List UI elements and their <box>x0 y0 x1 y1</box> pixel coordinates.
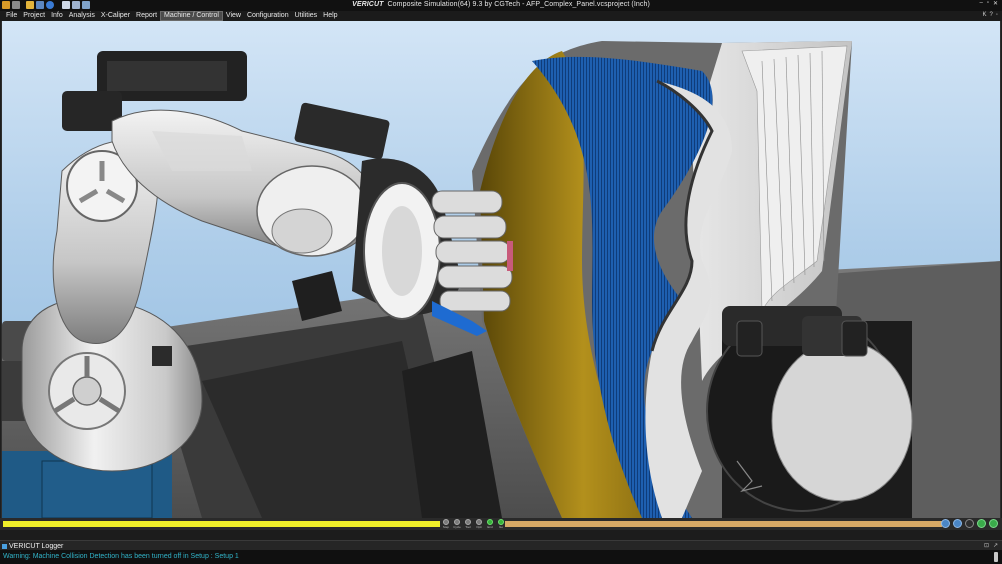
opti-button[interactable]: Opti <box>475 519 483 529</box>
menu-file[interactable]: File <box>3 11 20 21</box>
menu-project[interactable]: Project <box>20 11 48 21</box>
logger-message: Warning: Machine Collision Detection has… <box>3 553 239 560</box>
vericut-window: VERICUT Composite Simulation(64) 9.3 by C… <box>0 0 1002 564</box>
menu-report[interactable]: Report <box>133 11 160 21</box>
logger-float-button[interactable]: ↗ <box>993 542 998 549</box>
scene-graphic <box>2 41 1000 518</box>
step-button[interactable]: Step <box>442 519 450 529</box>
logger-header-controls: ⊡ ↗ <box>984 542 998 549</box>
pause-icon[interactable] <box>965 519 974 528</box>
step-forward-icon[interactable] <box>977 519 986 528</box>
window-title: VERICUT Composite Simulation(64) 9.3 by C… <box>0 1 1002 8</box>
end-label: End <box>487 525 493 529</box>
reset-model-icon[interactable] <box>941 519 950 528</box>
rewind-icon[interactable] <box>953 519 962 528</box>
menu-info[interactable]: Info <box>48 11 66 21</box>
menu-right-controls: K ? ◦ <box>983 12 999 18</box>
maximize-button[interactable]: ▫ <box>987 0 989 7</box>
step-label: Step <box>442 525 450 529</box>
go-label: Go <box>498 525 503 529</box>
settings-button[interactable]: ◦ <box>996 12 998 18</box>
opti-label: Opti <box>476 525 482 529</box>
simulation-progress-bar[interactable] <box>3 521 440 527</box>
go-button[interactable]: Go <box>497 519 505 529</box>
cycle-label: Cycle <box>453 525 461 529</box>
menu-utilities[interactable]: Utilities <box>292 11 321 21</box>
simulation-stop-controls: Step Cycle Tool Opti End Go <box>442 519 505 529</box>
playback-controls <box>941 519 998 528</box>
logger-body: Warning: Machine Collision Detection has… <box>0 550 1002 564</box>
cycle-button[interactable]: Cycle <box>453 519 461 529</box>
logger-icon <box>2 543 7 549</box>
menu-analysis[interactable]: Analysis <box>66 11 98 21</box>
logger-dock-button[interactable]: ⊡ <box>984 542 989 549</box>
minimize-button[interactable]: – <box>979 0 982 7</box>
logger-header: VERICUT Logger ⊡ ↗ <box>0 540 1002 550</box>
menu-bar: File Project Info Analysis X-Caliper Rep… <box>0 11 1002 21</box>
status-strip <box>0 530 1002 540</box>
window-title-text: Composite Simulation(64) 9.3 by CGTech -… <box>387 1 650 8</box>
help-button[interactable]: ? <box>990 12 993 18</box>
logger-tab[interactable]: VERICUT Logger <box>2 542 63 550</box>
ribbon-toggle-button[interactable]: K <box>983 12 987 18</box>
menu-configuration[interactable]: Configuration <box>244 11 292 21</box>
end-button[interactable]: End <box>486 519 494 529</box>
play-icon[interactable] <box>989 519 998 528</box>
logger-scrollbar[interactable] <box>994 552 998 562</box>
simulation-viewport[interactable] <box>1 21 1001 518</box>
title-bar: VERICUT Composite Simulation(64) 9.3 by C… <box>0 0 1002 11</box>
tool-label: Tool <box>465 525 471 529</box>
tool-button[interactable]: Tool <box>464 519 472 529</box>
playback-bar: Step Cycle Tool Opti End Go <box>0 518 1002 530</box>
menu-machine-control[interactable]: Machine / Control <box>160 11 223 21</box>
menu-view[interactable]: View <box>223 11 244 21</box>
close-button[interactable]: ✕ <box>993 0 998 7</box>
logger-tab-title: VERICUT Logger <box>9 542 64 550</box>
menu-help[interactable]: Help <box>320 11 340 21</box>
brand-name: VERICUT <box>352 1 384 8</box>
menu-x-caliper[interactable]: X-Caliper <box>98 11 133 21</box>
window-controls: – ▫ ✕ <box>979 0 998 7</box>
simulation-remaining-bar[interactable] <box>505 521 942 527</box>
